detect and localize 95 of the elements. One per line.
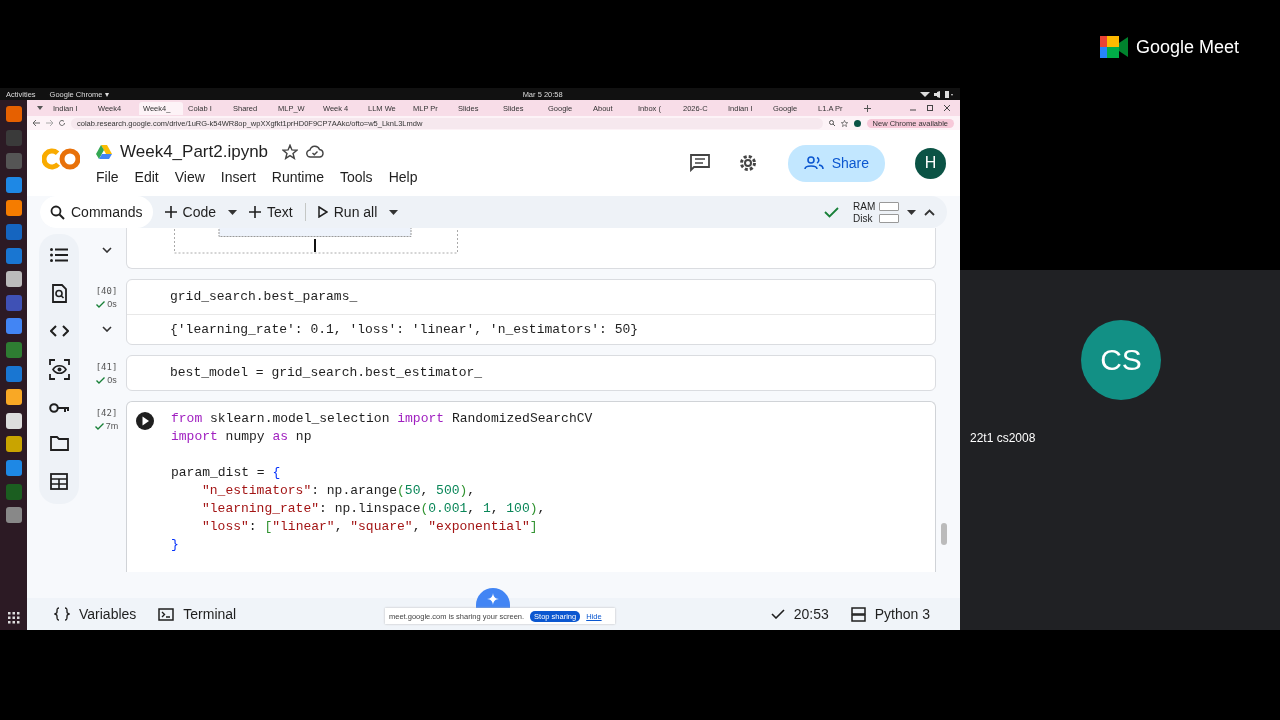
braces-icon: [54, 607, 70, 621]
comment-icon[interactable]: [689, 154, 710, 172]
menu-item[interactable]: Insert: [220, 168, 256, 185]
code-line: }: [171, 536, 180, 554]
plus-icon: [249, 206, 262, 218]
caret-icon[interactable]: [228, 209, 238, 215]
add-code-button[interactable]: Code: [160, 204, 221, 220]
code-line: from sklearn.model_selection import RandomizedSearchCV: [171, 410, 593, 428]
people-icon: [803, 156, 824, 170]
key-icon[interactable]: [48, 402, 70, 414]
execution-count: [42]: [95, 408, 118, 418]
cell-output: {'learning_rate': 0.1, 'loss': 'linear', 'n_estimators': 50}: [127, 314, 935, 344]
terminal-button[interactable]: Terminal: [158, 606, 237, 622]
folder-icon[interactable]: [49, 436, 69, 451]
execution-count: [40]: [95, 286, 118, 296]
code-icon[interactable]: [49, 325, 69, 337]
plus-icon: [164, 206, 177, 218]
run-button[interactable]: [135, 411, 155, 431]
back-icon[interactable]: [33, 120, 40, 126]
new-tab-icon[interactable]: [864, 104, 871, 112]
star-icon[interactable]: [840, 119, 848, 127]
participant-name: 22t1 cs2008: [970, 431, 1036, 445]
add-text-button[interactable]: Text: [245, 204, 297, 220]
terminal-icon: [158, 607, 175, 621]
meet-logo-icon: [1100, 36, 1128, 58]
menu-item[interactable]: File: [96, 168, 119, 185]
cloud-check-icon[interactable]: [306, 144, 325, 159]
app-icon[interactable]: [5, 436, 22, 453]
app-icon[interactable]: [5, 271, 22, 288]
zoom-icon[interactable]: [828, 120, 835, 126]
status-icons-drawing[interactable]: [920, 90, 954, 98]
chevron-down-icon[interactable]: [101, 326, 112, 332]
logo-icon[interactable]: [42, 148, 80, 170]
star-icon[interactable]: [282, 143, 299, 160]
drive-icon: [96, 144, 112, 159]
check-icon: [94, 422, 104, 430]
caret-icon[interactable]: [37, 106, 43, 110]
disk-meter[interactable]: [879, 213, 899, 223]
app-icon[interactable]: [5, 389, 22, 406]
menu-item[interactable]: Help: [388, 168, 418, 185]
code-cell[interactable]: grid_search.best_params_ {'learning_rate': 0.1, 'loss': 'linear', 'n_estimators': 50}: [126, 279, 936, 345]
code-line: "loss": ["linear", "square", "exponential"]: [201, 518, 539, 536]
check-icon: [96, 300, 106, 308]
execution-count: [41]: [95, 362, 118, 372]
search-icon: [50, 204, 65, 220]
collapse-icon[interactable]: [924, 208, 935, 216]
check-icon: [824, 206, 839, 218]
profile-icon[interactable]: [853, 119, 861, 127]
server-icon: [850, 606, 866, 622]
play-icon: [317, 206, 328, 218]
caret-icon[interactable]: [907, 209, 916, 215]
chevron-down-icon[interactable]: [101, 247, 112, 253]
check-icon: [770, 609, 785, 619]
ram-meter[interactable]: [879, 201, 899, 211]
meet-brand: Google Meet: [1136, 36, 1240, 58]
settings-icon[interactable]: [737, 153, 758, 173]
execution-time: 0s: [96, 299, 117, 309]
participant-avatar: CS: [1081, 320, 1161, 400]
scrollbar-thumb[interactable]: [941, 523, 947, 545]
execution-time: 0s: [96, 375, 117, 385]
account-avatar[interactable]: H: [915, 147, 946, 179]
find-icon[interactable]: [51, 284, 67, 303]
menu-item[interactable]: Runtime: [271, 168, 324, 185]
menu-item[interactable]: Edit: [134, 168, 159, 185]
execution-time: 7m: [94, 421, 119, 431]
code-cell[interactable]: [126, 401, 936, 572]
app-icon[interactable]: [5, 412, 22, 429]
runtime-status[interactable]: Python 3: [850, 606, 930, 622]
execution-status[interactable]: 20:53: [770, 606, 829, 622]
code-line: import numpy as np: [171, 428, 313, 446]
code-line: "n_estimators": np.arange(50, 500),: [201, 482, 477, 500]
notebook-title[interactable]: Week4_Part2.ipynb: [120, 141, 269, 162]
close-icon[interactable]: [944, 105, 950, 111]
apps-grid-icon[interactable]: [7, 612, 20, 624]
ram-label: RAM: [853, 200, 875, 212]
disk-label: Disk: [853, 212, 874, 224]
menu-item[interactable]: Tools: [339, 168, 373, 185]
caret-icon[interactable]: [389, 209, 399, 215]
run-all-button[interactable]: Run all: [313, 204, 382, 220]
table-icon[interactable]: [50, 473, 68, 490]
menu-item[interactable]: View: [174, 168, 205, 185]
variables-button[interactable]: Variables: [54, 606, 137, 622]
table-of-contents-icon[interactable]: [50, 248, 68, 262]
code-cell[interactable]: best_model = grid_search.best_estimator_: [126, 355, 936, 391]
eye-icon[interactable]: [48, 359, 70, 380]
app-icon[interactable]: [5, 200, 22, 217]
share-button[interactable]: Share: [787, 144, 885, 182]
check-icon: [96, 376, 106, 384]
code-line: param_dist = {: [171, 464, 282, 482]
code-line: best_model = grid_search.best_estimator_: [170, 364, 483, 382]
code-line: "learning_rate": np.linspace(0.001, 1, 100),: [201, 500, 547, 518]
commands-button[interactable]: Commands: [40, 196, 153, 228]
maximize-icon[interactable]: [927, 105, 933, 111]
reload-icon[interactable]: [59, 120, 65, 126]
code-line: grid_search.best_params_: [170, 288, 358, 306]
